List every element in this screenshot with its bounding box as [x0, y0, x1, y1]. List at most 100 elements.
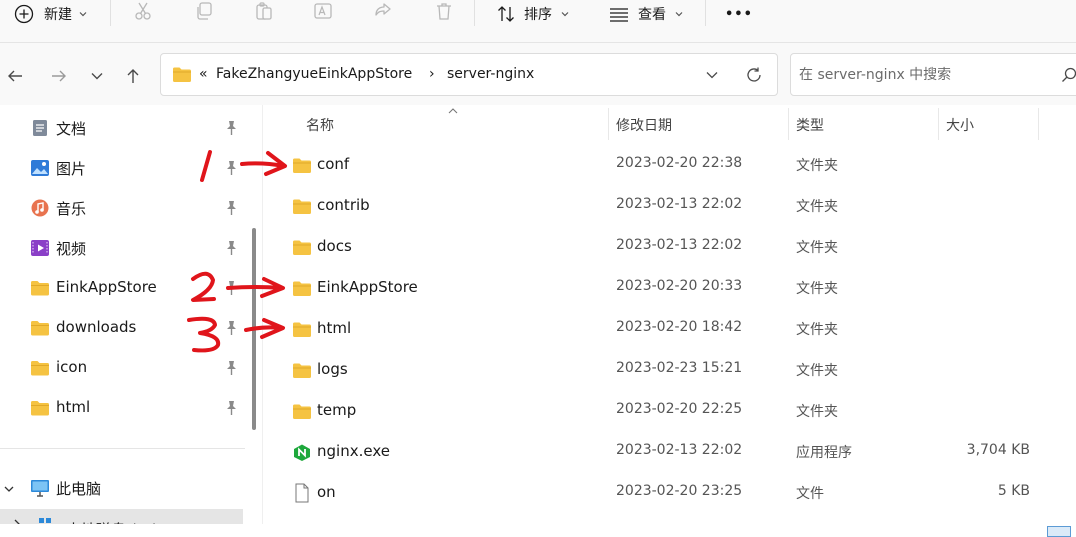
column-header-modified[interactable]: 修改日期 [616, 115, 672, 135]
sidebar-scrollbar[interactable] [252, 228, 256, 430]
file-row-docs[interactable]: docs 2023-02-13 22:02 文件夹 [285, 228, 1055, 268]
sidebar-item-videos[interactable]: 视频 [0, 230, 245, 266]
share-icon[interactable] [372, 0, 394, 22]
plus-circle-icon [14, 4, 34, 24]
file-row-nginx-exe[interactable]: nginx.exe 2023-02-13 22:02 应用程序 3,704 KB [285, 433, 1055, 473]
file-date: 2023-02-13 22:02 [616, 442, 743, 458]
file-row-html[interactable]: html 2023-02-20 18:42 文件夹 [285, 310, 1055, 350]
navigation-pane: 文档 图片 音乐 视频 EinkAppStore downloads icon … [0, 105, 262, 537]
annotation-arrowhead-3 [260, 318, 285, 339]
pin-icon[interactable] [224, 280, 238, 296]
address-history-chevron-icon[interactable] [705, 68, 719, 82]
sort-button[interactable]: 排序 [496, 0, 570, 28]
file-date: 2023-02-20 23:25 [616, 483, 743, 499]
column-header-type[interactable]: 类型 [796, 115, 824, 135]
file-type: 文件夹 [796, 240, 838, 256]
pin-icon[interactable] [224, 240, 238, 256]
sidebar-item-music[interactable]: 音乐 [0, 190, 245, 226]
breadcrumb-item[interactable]: FakeZhangyueEinkAppStore [216, 66, 412, 82]
folder-icon [293, 404, 311, 419]
cut-icon[interactable] [132, 0, 154, 22]
address-bar[interactable]: « FakeZhangyueEinkAppStore › server-ngin… [160, 53, 778, 96]
folder-icon [31, 281, 49, 296]
file-name: temp [317, 401, 357, 419]
file-row-contrib[interactable]: contrib 2023-02-13 22:02 文件夹 [285, 187, 1055, 227]
forward-arrow-icon[interactable] [47, 64, 71, 88]
sidebar-item-html[interactable]: html [0, 390, 245, 426]
search-icon[interactable] [1061, 67, 1076, 83]
file-type: 应用程序 [796, 445, 852, 461]
file-name: contrib [317, 196, 370, 214]
file-date: 2023-02-20 22:38 [616, 155, 743, 171]
more-options-button[interactable]: ••• [725, 0, 753, 28]
file-row-logs[interactable]: logs 2023-02-23 15:21 文件夹 [285, 351, 1055, 391]
file-size: 3,704 KB [966, 442, 1030, 458]
column-divider[interactable] [608, 108, 609, 140]
pin-icon[interactable] [224, 320, 238, 336]
column-divider[interactable] [1038, 108, 1039, 140]
file-row-einkappstore[interactable]: EinkAppStore 2023-02-20 20:33 文件夹 [285, 269, 1055, 309]
breadcrumb-item[interactable]: server-nginx [447, 66, 534, 82]
file-name: logs [317, 360, 348, 378]
column-divider[interactable] [938, 108, 939, 140]
column-header-name[interactable]: 名称 [306, 115, 334, 135]
details-view-icon[interactable] [1047, 526, 1071, 537]
file-type: 文件夹 [796, 404, 838, 420]
computer-icon [31, 480, 49, 497]
sort-ascending-icon [448, 108, 458, 114]
folder-icon [293, 240, 311, 255]
sidebar-item-pictures[interactable]: 图片 [0, 150, 245, 186]
file-type: 文件 [796, 486, 824, 502]
chevron-down-icon[interactable] [3, 483, 15, 495]
file-name: conf [317, 155, 350, 173]
sidebar-item-icon[interactable]: icon [0, 350, 245, 386]
back-arrow-icon[interactable] [3, 64, 27, 88]
copy-icon[interactable] [193, 0, 215, 22]
sidebar-item-documents[interactable]: 文档 [0, 110, 245, 146]
breadcrumb-separator[interactable]: › [429, 66, 435, 82]
sidebar-item-label: 音乐 [56, 200, 87, 218]
sidebar-item-downloads[interactable]: downloads [0, 310, 245, 346]
folder-icon [293, 158, 311, 173]
file-row-temp[interactable]: temp 2023-02-20 22:25 文件夹 [285, 392, 1055, 432]
sidebar-item-label: 视频 [56, 240, 87, 258]
pin-icon[interactable] [224, 200, 238, 216]
search-input[interactable] [799, 64, 1049, 86]
sort-label: 排序 [524, 7, 552, 23]
view-button[interactable]: 查看 [608, 0, 684, 28]
folder-icon [293, 199, 311, 214]
toolbar-divider [474, 0, 475, 26]
new-button[interactable]: 新建 [14, 0, 88, 28]
pin-icon[interactable] [224, 400, 238, 416]
folder-icon [31, 361, 49, 376]
breadcrumb-overflow[interactable]: « [199, 66, 208, 82]
up-arrow-icon[interactable] [121, 64, 145, 88]
paste-icon[interactable] [253, 0, 275, 22]
column-header-size[interactable]: 大小 [946, 115, 974, 135]
chevron-down-icon [561, 12, 569, 17]
sidebar-item-this-pc[interactable]: 此电脑 [0, 470, 245, 506]
pin-icon[interactable] [224, 120, 238, 136]
pin-icon[interactable] [224, 360, 238, 376]
recent-locations-chevron-icon[interactable] [85, 64, 109, 88]
sidebar-item-label: 文档 [56, 120, 87, 138]
sidebar-item-einkappstore[interactable]: EinkAppStore [0, 270, 245, 306]
toolbar-divider [110, 0, 111, 26]
refresh-icon[interactable] [745, 66, 763, 84]
delete-icon[interactable] [433, 0, 455, 22]
file-row-conf[interactable]: conf 2023-02-20 22:38 文件夹 [285, 146, 1055, 186]
sidebar-item-label: html [56, 398, 91, 416]
pin-icon[interactable] [224, 160, 238, 176]
sidebar-divider [0, 448, 245, 449]
folder-icon [293, 281, 311, 296]
pictures-icon [31, 160, 49, 176]
file-name: docs [317, 237, 352, 255]
file-row-on[interactable]: on 2023-02-20 23:25 文件 5 KB [285, 474, 1055, 514]
file-date: 2023-02-20 22:25 [616, 401, 743, 417]
folder-icon [31, 321, 49, 336]
file-date: 2023-02-23 15:21 [616, 360, 743, 376]
folder-icon [293, 363, 311, 378]
rename-icon[interactable] [312, 0, 334, 22]
column-divider[interactable] [788, 108, 789, 140]
file-name: nginx.exe [317, 442, 390, 460]
